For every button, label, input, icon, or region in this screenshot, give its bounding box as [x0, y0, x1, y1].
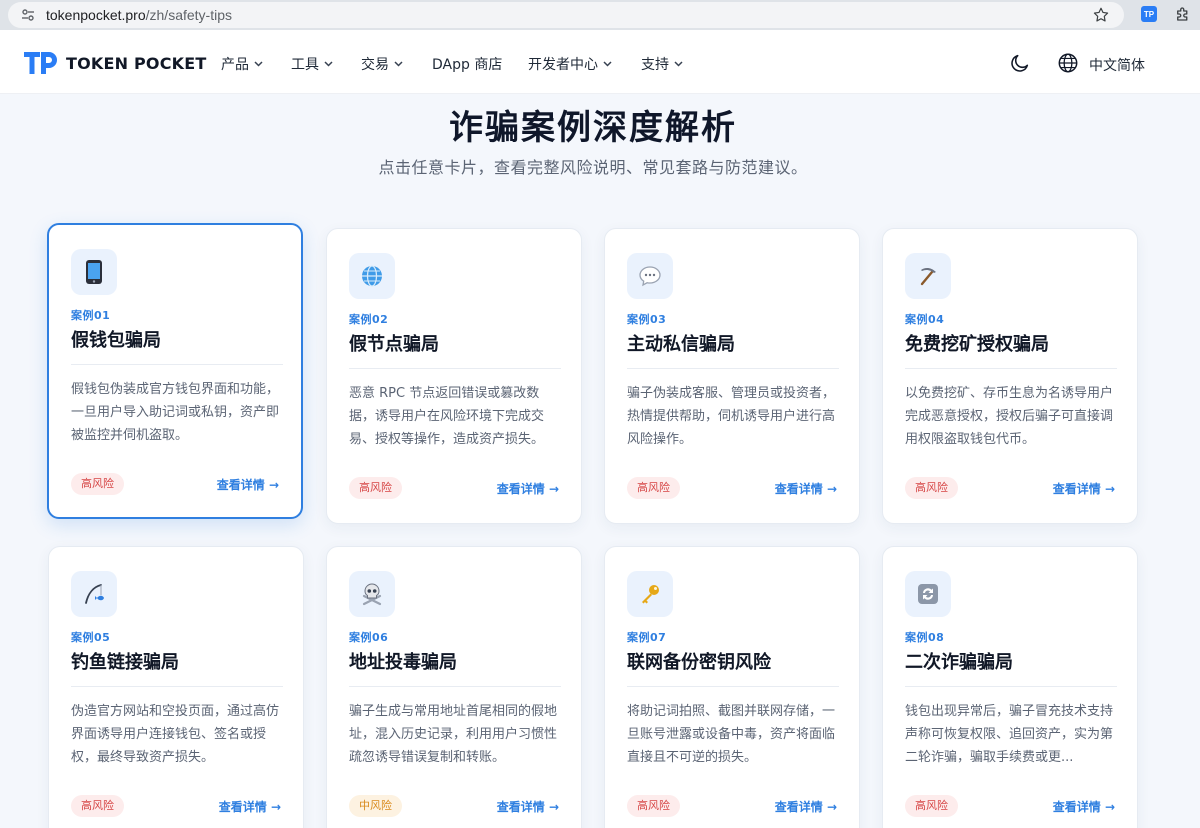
- risk-badge: 高风险: [627, 477, 680, 499]
- browser-toolbar: tokenpocket.pro/zh/safety-tips TP: [0, 0, 1200, 30]
- case-number: 案例08: [905, 631, 945, 644]
- case-description: 假钱包伪装成官方钱包界面和功能，一旦用户导入助记词或私钥，资产即被监控并伺机盗取…: [71, 382, 280, 443]
- nav-label: 开发者中心: [528, 57, 598, 73]
- case-title: 地址投毒骗局: [349, 652, 457, 673]
- bookmark-star-icon[interactable]: [1092, 6, 1110, 24]
- case-number: 案例06: [349, 631, 389, 644]
- view-details-link[interactable]: 查看详情 →: [497, 798, 559, 815]
- case-card-07[interactable]: 案例07 联网备份密钥风险 将助记词拍照、截图并联网存储，一旦账号泄露或设备中毒…: [604, 546, 860, 828]
- nav-support[interactable]: 支持: [641, 54, 683, 74]
- site-navbar: TOKEN POCKET 产品 工具 交易 DApp 商店 开发者中心 支持 中…: [0, 30, 1200, 94]
- extensions-puzzle-icon[interactable]: [1174, 5, 1192, 23]
- case-number: 案例03: [627, 313, 667, 326]
- nav-label: DApp 商店: [432, 57, 503, 73]
- refresh-icon: [905, 571, 951, 617]
- chevron-down-icon: [603, 61, 612, 67]
- case-description: 将助记词拍照、截图并联网存储，一旦账号泄露或设备中毒，资产将面临直接且不可逆的损…: [627, 704, 836, 765]
- case-description: 以免费挖矿、存币生息为名诱导用户完成恶意授权，授权后骗子可直接调用权限盗取钱包代…: [905, 386, 1114, 447]
- case-title: 假钱包骗局: [71, 330, 161, 351]
- language-globe-icon[interactable]: [1057, 52, 1079, 74]
- brand-name: TOKEN POCKET: [66, 53, 207, 73]
- view-details-link[interactable]: 查看详情 →: [497, 480, 559, 497]
- view-details-link[interactable]: 查看详情 →: [1053, 798, 1115, 815]
- chevron-down-icon: [674, 61, 683, 67]
- nav-trade[interactable]: 交易: [361, 54, 403, 74]
- card-divider: [349, 368, 561, 369]
- view-details-link[interactable]: 查看详情 →: [775, 798, 837, 815]
- card-divider: [71, 686, 283, 687]
- risk-badge: 高风险: [627, 795, 680, 817]
- case-card-02[interactable]: 案例02 假节点骗局 恶意 RPC 节点返回错误或篡改数据，诱导用户在风险环境下…: [326, 228, 582, 524]
- case-card-08[interactable]: 案例08 二次诈骗骗局 钱包出现异常后，骗子冒充技术支持声称可恢复权限、追回资产…: [882, 546, 1138, 828]
- case-card-04[interactable]: 案例04 免费挖矿授权骗局 以免费挖矿、存币生息为名诱导用户完成恶意授权，授权后…: [882, 228, 1138, 524]
- nav-dapp-store[interactable]: DApp 商店: [432, 54, 502, 74]
- mobile-phone-icon: [71, 249, 117, 295]
- view-details-link[interactable]: 查看详情 →: [219, 798, 281, 815]
- card-divider: [71, 364, 283, 365]
- brand-logo[interactable]: TOKEN POCKET: [24, 52, 207, 74]
- card-divider: [349, 686, 561, 687]
- case-description: 钱包出现异常后，骗子冒充技术支持声称可恢复权限、追回资产，实为第二轮诈骗，骗取手…: [905, 704, 1114, 765]
- case-title: 联网备份密钥风险: [627, 652, 771, 673]
- card-divider: [627, 368, 839, 369]
- page-subtitle: 点击任意卡片，查看完整风险说明、常见套路与防范建议。: [378, 158, 808, 177]
- case-number: 案例04: [905, 313, 945, 326]
- nav-label: 交易: [361, 57, 389, 73]
- view-details-link[interactable]: 查看详情 →: [217, 476, 279, 493]
- chevron-down-icon: [394, 61, 403, 67]
- site-settings-icon[interactable]: [20, 7, 36, 23]
- nav-label: 支持: [641, 57, 669, 73]
- view-details-link[interactable]: 查看详情 →: [775, 480, 837, 497]
- card-divider: [627, 686, 839, 687]
- case-card-03[interactable]: 案例03 主动私信骗局 骗子伪装成客服、管理员或投资者，热情提供帮助，伺机诱导用…: [604, 228, 860, 524]
- url-text[interactable]: tokenpocket.pro/zh/safety-tips: [46, 7, 232, 23]
- case-title: 主动私信骗局: [627, 334, 735, 355]
- case-card-01[interactable]: 案例01 假钱包骗局 假钱包伪装成官方钱包界面和功能，一旦用户导入助记词或私钥，…: [47, 223, 303, 519]
- case-description: 骗子生成与常用地址首尾相同的假地址，混入历史记录，利用用户习惯性疏忽诱导错误复制…: [349, 704, 558, 765]
- card-divider: [905, 368, 1117, 369]
- case-title: 二次诈骗骗局: [905, 652, 1013, 673]
- nav-developer-center[interactable]: 开发者中心: [528, 54, 612, 74]
- case-title: 假节点骗局: [349, 334, 439, 355]
- case-description: 伪造官方网站和空投页面，通过高仿界面诱导用户连接钱包、签名或授权，最终导致资产损…: [71, 704, 280, 765]
- nav-label: 工具: [291, 57, 319, 73]
- case-number: 案例07: [627, 631, 667, 644]
- url-path: /zh/safety-tips: [145, 7, 232, 23]
- risk-badge: 高风险: [905, 795, 958, 817]
- risk-badge: 高风险: [71, 795, 124, 817]
- risk-badge: 高风险: [349, 477, 402, 499]
- case-title: 免费挖矿授权骗局: [905, 334, 1049, 355]
- fishing-pole-icon: [71, 571, 117, 617]
- risk-badge: 高风险: [905, 477, 958, 499]
- nav-products[interactable]: 产品: [221, 54, 263, 74]
- nav-tools[interactable]: 工具: [291, 54, 333, 74]
- url-host: tokenpocket.pro: [46, 7, 146, 23]
- case-card-06[interactable]: 案例06 地址投毒骗局 骗子生成与常用地址首尾相同的假地址，混入历史记录，利用用…: [326, 546, 582, 828]
- globe-icon: [349, 253, 395, 299]
- case-card-05[interactable]: 案例05 钓鱼链接骗局 伪造官方网站和空投页面，通过高仿界面诱导用户连接钱包、签…: [48, 546, 304, 828]
- chat-bubble-icon: [627, 253, 673, 299]
- case-number: 案例01: [71, 309, 111, 322]
- language-selector[interactable]: 中文简体: [1089, 55, 1145, 75]
- risk-badge: 高风险: [71, 473, 124, 495]
- pickaxe-icon: [905, 253, 951, 299]
- case-description: 骗子伪装成客服、管理员或投资者，热情提供帮助，伺机诱导用户进行高风险操作。: [627, 386, 836, 447]
- tp-logo-icon: [24, 52, 57, 74]
- case-number: 案例02: [349, 313, 389, 326]
- dark-mode-moon-icon[interactable]: [1009, 52, 1031, 74]
- tokenpocket-extension-icon[interactable]: TP: [1141, 6, 1157, 22]
- address-bar[interactable]: tokenpocket.pro/zh/safety-tips: [8, 2, 1124, 28]
- page-title: 诈骗案例深度解析: [449, 108, 737, 148]
- view-details-link[interactable]: 查看详情 →: [1053, 480, 1115, 497]
- case-number: 案例05: [71, 631, 111, 644]
- nav-label: 产品: [221, 57, 249, 73]
- card-divider: [905, 686, 1117, 687]
- case-description: 恶意 RPC 节点返回错误或篡改数据，诱导用户在风险环境下完成交易、授权等操作，…: [349, 386, 545, 447]
- chevron-down-icon: [324, 61, 333, 67]
- case-title: 钓鱼链接骗局: [71, 652, 179, 673]
- risk-badge: 中风险: [349, 795, 402, 817]
- chevron-down-icon: [254, 61, 263, 67]
- skull-crossbones-icon: [349, 571, 395, 617]
- key-icon: [627, 571, 673, 617]
